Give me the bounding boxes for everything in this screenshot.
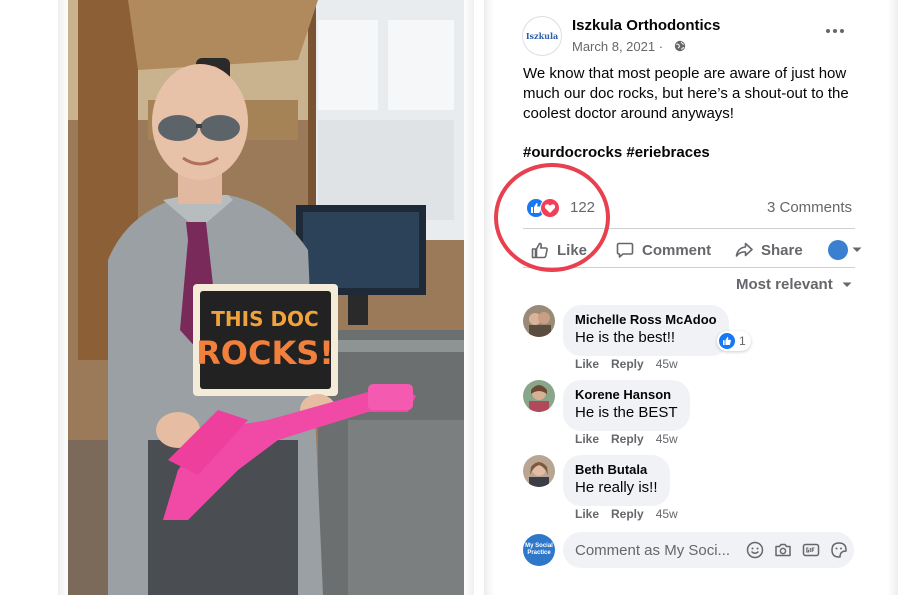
comment-text: He is the best!! xyxy=(575,329,676,346)
post-as-selector[interactable] xyxy=(828,240,863,260)
composer-icons xyxy=(746,541,848,559)
photo-illustration: THIS DOC ROCKS! xyxy=(68,0,464,595)
caret-down-icon xyxy=(852,247,862,252)
more-options-icon[interactable] xyxy=(824,26,846,36)
share-button-label: Share xyxy=(761,241,803,259)
post-text: We know that most people are aware of ju… xyxy=(523,65,849,122)
sign-text-line2: ROCKS! xyxy=(196,334,334,372)
commenter-avatar[interactable] xyxy=(523,305,555,337)
comment-reply-link[interactable]: Reply xyxy=(611,432,644,446)
comment-bubble: Beth Butala He really is!! xyxy=(563,455,670,506)
post-as-avatar xyxy=(828,240,848,260)
comment-bubble: Korene Hanson He is the BEST xyxy=(563,380,690,431)
comment-bubble: Michelle Ross McAdoo He is the best!! xyxy=(563,305,729,356)
page-name[interactable]: Iszkula Orthodontics xyxy=(572,17,720,34)
commenter-name[interactable]: Beth Butala xyxy=(575,462,658,478)
commenter-name[interactable]: Korene Hanson xyxy=(575,387,678,403)
comment-input[interactable] xyxy=(575,541,735,559)
comment-text: He really is!! xyxy=(575,479,658,496)
comment-reaction-count: 1 xyxy=(739,334,746,348)
commenter-avatar[interactable] xyxy=(523,455,555,487)
comment-time[interactable]: 45w xyxy=(656,432,678,446)
composer-avatar[interactable]: My Social Practice xyxy=(523,534,555,566)
camera-icon[interactable] xyxy=(774,541,792,559)
comment-actions: Like Reply 45w xyxy=(575,357,690,371)
comment-reply-link[interactable]: Reply xyxy=(611,357,644,371)
caret-down-icon xyxy=(842,282,852,287)
page-avatar[interactable]: Iszkula xyxy=(522,16,562,56)
comment-time[interactable]: 45w xyxy=(656,507,678,521)
emoji-icon[interactable] xyxy=(746,541,764,559)
page-logo-text: Iszkula xyxy=(525,31,559,41)
comment-button[interactable]: Comment xyxy=(615,239,711,261)
commenter-avatar[interactable] xyxy=(523,380,555,412)
comment-like-link[interactable]: Like xyxy=(575,357,599,371)
comment-like-link[interactable]: Like xyxy=(575,507,599,521)
globe-icon xyxy=(674,40,686,52)
share-icon xyxy=(735,242,753,257)
sticker-icon[interactable] xyxy=(830,541,848,559)
comment-text: He is the BEST xyxy=(575,404,678,421)
comment-time[interactable]: 45w xyxy=(656,357,678,371)
post-hashtags[interactable]: #ourdocrocks #eriebraces xyxy=(523,144,710,161)
gif-icon[interactable] xyxy=(802,541,820,559)
composer-avatar-text: My Social Practice xyxy=(525,543,553,556)
comment-reaction[interactable]: 1 xyxy=(717,331,751,351)
comments-count[interactable]: 3 Comments xyxy=(767,199,852,216)
comment-reply-link[interactable]: Reply xyxy=(611,507,644,521)
post-date[interactable]: March 8, 2021 · xyxy=(572,39,663,54)
commenter-name[interactable]: Michelle Ross McAdoo xyxy=(575,312,717,328)
comment-actions: Like Reply 45w xyxy=(575,432,690,446)
comment-icon xyxy=(616,242,634,258)
sign-text-line1: THIS DOC xyxy=(211,307,318,331)
comment-actions: Like Reply 45w xyxy=(575,507,690,521)
comment-sort-dropdown[interactable]: Most relevant xyxy=(736,276,853,293)
comment-like-link[interactable]: Like xyxy=(575,432,599,446)
sort-label: Most relevant xyxy=(736,276,833,293)
comment-button-label: Comment xyxy=(642,241,712,259)
post-photo[interactable]: THIS DOC ROCKS! xyxy=(68,0,464,595)
facebook-post: Iszkula Iszkula Orthodontics March 8, 20… xyxy=(494,0,888,595)
annotation-circle xyxy=(494,163,610,272)
like-icon xyxy=(719,333,735,349)
share-button[interactable]: Share xyxy=(734,239,803,261)
comment-composer[interactable] xyxy=(563,532,854,568)
